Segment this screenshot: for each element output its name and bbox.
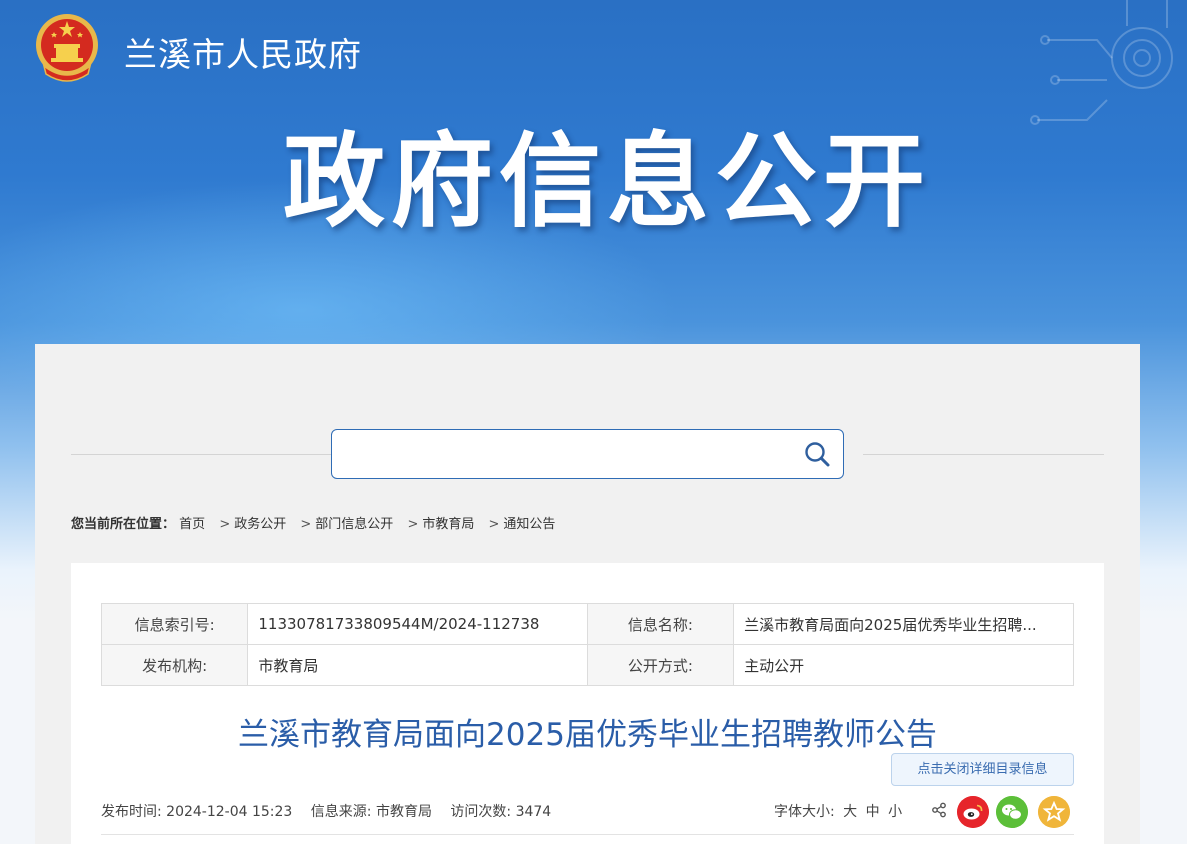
font-small-option[interactable]: 小: [888, 804, 902, 820]
table-row: 发布机构: 市教育局 公开方式: 主动公开: [100, 644, 1074, 686]
font-large-option[interactable]: 大: [843, 804, 857, 820]
org-label: 发布机构:: [100, 644, 249, 686]
breadcrumb-separator: >: [488, 517, 500, 532]
table-row: 信息索引号: 11330781733809544M/2024-112738 信息…: [100, 603, 1074, 645]
divider-right: [863, 454, 1104, 455]
share-icon[interactable]: [931, 802, 947, 818]
circuit-decoration: [1030, 0, 1173, 125]
breadcrumb-separator: >: [407, 517, 419, 532]
info-divider: [101, 834, 1074, 835]
article-content: 信息索引号: 11330781733809544M/2024-112738 信息…: [71, 563, 1104, 844]
national-emblem-icon: [36, 14, 98, 82]
mode-label: 公开方式:: [586, 644, 735, 686]
breadcrumb-home[interactable]: 首页: [179, 517, 205, 532]
banner-title: 政府信息公开: [283, 123, 931, 242]
article-title: 兰溪市教育局面向2025届优秀毕业生招聘教师公告: [238, 717, 937, 753]
visit-count: 访问次数: 3474: [450, 804, 552, 820]
breadcrumb-separator: >: [300, 517, 312, 532]
favorite-star-icon[interactable]: [1038, 796, 1070, 828]
org-value: 市教育局: [247, 644, 588, 686]
font-size-control: 字体大小: 大 中 小: [774, 801, 902, 821]
breadcrumb: 您当前所在位置： 首页 > 政务公开 > 部门信息公开 > 市教育局 > 通知公告: [71, 513, 555, 532]
divider-left: [71, 454, 345, 455]
site-name[interactable]: 兰溪市人民政府: [124, 28, 362, 76]
breadcrumb-education-bureau[interactable]: 市教育局: [422, 517, 474, 532]
info-source: 信息来源: 市教育局: [310, 804, 432, 820]
font-medium-option[interactable]: 中: [866, 804, 880, 820]
index-label: 信息索引号:: [100, 603, 249, 645]
mode-value: 主动公开: [733, 644, 1074, 686]
article-info-bar: 发布时间: 2024-12-04 15:23 信息来源: 市教育局 访问次数: …: [101, 801, 551, 821]
breadcrumb-dept-info[interactable]: 部门信息公开: [315, 517, 393, 532]
publish-time: 发布时间: 2024-12-04 15:23: [101, 804, 293, 820]
toggle-catalog-button[interactable]: 点击关闭详细目录信息: [891, 753, 1074, 786]
search-box: [331, 429, 844, 479]
info-catalog-table: 信息索引号: 11330781733809544M/2024-112738 信息…: [100, 603, 1074, 686]
search-icon[interactable]: [803, 440, 831, 468]
breadcrumb-gov-affairs[interactable]: 政务公开: [234, 517, 286, 532]
main-panel: 您当前所在位置： 首页 > 政务公开 > 部门信息公开 > 市教育局 > 通知公告 信息…: [35, 344, 1140, 844]
search-input[interactable]: [342, 438, 786, 470]
breadcrumb-separator: >: [219, 517, 231, 532]
name-value: 兰溪市教育局面向2025届优秀毕业生招聘...: [733, 603, 1074, 645]
weibo-icon[interactable]: [957, 796, 989, 828]
index-value: 11330781733809544M/2024-112738: [247, 603, 588, 645]
name-label: 信息名称:: [586, 603, 735, 645]
breadcrumb-notices[interactable]: 通知公告: [503, 517, 555, 532]
wechat-icon[interactable]: [996, 796, 1028, 828]
breadcrumb-lead: 您当前所在位置：: [71, 517, 176, 532]
font-size-label: 字体大小:: [774, 804, 835, 820]
